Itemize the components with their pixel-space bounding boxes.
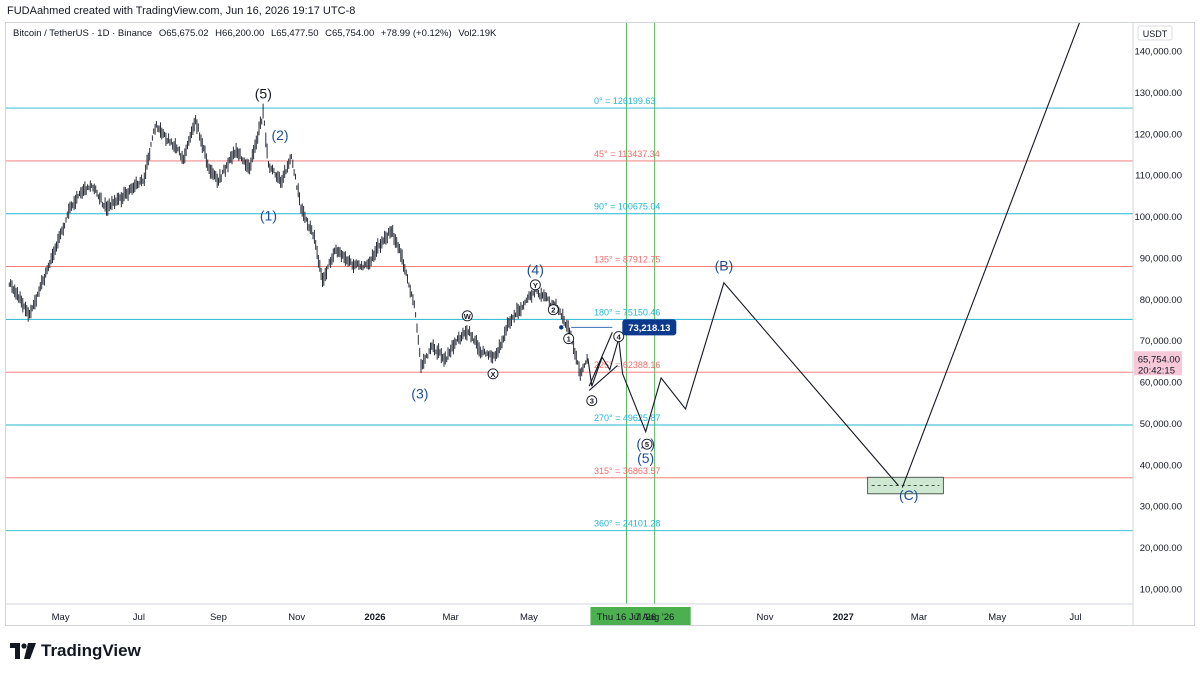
x-tick-label: Sep [210, 612, 227, 623]
tradingview-logo-icon [10, 643, 36, 659]
wave-label: (4) [527, 261, 544, 277]
x-tick-label: Nov [288, 612, 305, 623]
wave-circle-text: 1 [567, 335, 571, 344]
y-tick-label: 10,000.00 [1140, 585, 1182, 596]
fib-level-label: 225° = 62388.16 [594, 360, 660, 370]
fib-level-label: 135° = 87912.75 [594, 255, 660, 265]
marker-date-label: 7 Aug '26 [635, 612, 674, 623]
y-tick-label: 30,000.00 [1140, 502, 1182, 513]
wave-circle-text: X [490, 370, 495, 379]
wave-labels: (5)(2)(1)(3)(4)(B)(A)(5)(C)WXY12345 [255, 86, 919, 503]
ohlc-open: O65,675.02 [158, 28, 209, 39]
y-tick-label: 60,000.00 [1140, 378, 1182, 389]
wave-circle-label: W [461, 310, 473, 322]
x-tick-label: Jul [1069, 612, 1081, 623]
price-change: +78.99 (+0.12%) [380, 28, 452, 39]
price-tag-anchor [559, 325, 564, 330]
fib-level-label: 360° = 24101.28 [594, 519, 660, 529]
y-tick-label: 80,000.00 [1140, 295, 1182, 306]
y-tick-label: 90,000.00 [1140, 253, 1182, 264]
wave-circle-label: X [487, 368, 499, 380]
y-tick-label: 140,000.00 [1134, 47, 1182, 58]
ohlc-close: C65,754.00 [325, 28, 375, 39]
y-tick-label: 40,000.00 [1140, 460, 1182, 471]
x-tick-label: May [988, 612, 1006, 623]
wave-label: (1) [260, 208, 277, 224]
wave-label: (3) [411, 386, 428, 402]
wave-circle-label: 1 [563, 333, 575, 345]
x-tick-label: 2027 [833, 612, 854, 623]
price-tag-badge[interactable]: 73,218.13 [622, 319, 677, 336]
wave-circle-text: Y [533, 281, 538, 290]
wave-circle-label: 2 [547, 304, 559, 316]
plot-pane: 0° = 126199.63 45° = 113437.34 90° = 10067… [6, 10, 1133, 604]
wave-circle-label: 3 [586, 395, 598, 407]
wave-circle-text: 5 [645, 440, 649, 449]
wave-label: (2) [271, 127, 288, 143]
wave-label: (C) [899, 487, 918, 503]
wave-circle-text: W [464, 312, 472, 321]
y-tick-label: 100,000.00 [1134, 212, 1182, 223]
y-tick-label: 110,000.00 [1135, 171, 1182, 182]
wave-circle-text: 3 [590, 397, 594, 406]
wave-circle-text: 2 [551, 306, 555, 315]
x-tick-label: Mar [442, 612, 458, 623]
fib-level-label: 180° = 75150.46 [594, 307, 660, 317]
ohlc-low: L65,477.50 [270, 28, 319, 39]
ohlc-high: H66,200.00 [215, 28, 265, 39]
symbol-name[interactable]: Bitcoin / TetherUS · 1D · Binance [13, 28, 152, 39]
price-tag-text: 73,218.13 [628, 323, 670, 334]
x-tick-label: Mar [911, 612, 927, 623]
wave-circle-label: 5 [641, 438, 653, 450]
projection-path-upleg[interactable] [901, 10, 1084, 488]
fib-level-label: 315° = 36863.57 [594, 466, 660, 476]
symbol-legend: Bitcoin / TetherUS · 1D · Binance O65,67… [13, 28, 500, 39]
chart-canvas[interactable]: 0° = 126199.63 45° = 113437.34 90° = 10067… [0, 0, 1200, 674]
price-axis[interactable]: USDT 140,000.00 130,000.00 120,000.00 110,00… [1134, 25, 1182, 596]
x-tick-label: 2026 [364, 612, 385, 623]
wave-label: (5) [637, 450, 654, 466]
fib-level-label: 45° = 113437.34 [594, 149, 660, 159]
fib-levels: 0° = 126199.63 45° = 113437.34 90° = 10067… [6, 96, 1133, 532]
y-tick-label: 120,000.00 [1134, 129, 1182, 140]
x-tick-label: Jul [133, 612, 145, 623]
y-tick-label: 20,000.00 [1140, 543, 1182, 554]
price-series [8, 103, 588, 381]
volume: Vol2.19K [458, 28, 497, 39]
footer-bar [0, 626, 1200, 674]
wave-circle-label: 4 [613, 331, 625, 343]
fib-level-label: 90° = 100675.04 [594, 202, 660, 212]
tradingview-brand: TradingView [41, 641, 141, 660]
countdown-text: 20:42:15 [1138, 365, 1175, 376]
wave-circle-label: Y [529, 279, 541, 291]
wave-label: (5) [255, 86, 272, 102]
x-tick-label: Nov [757, 612, 774, 623]
y-tick-label: 70,000.00 [1140, 336, 1182, 347]
y-tick-label: 130,000.00 [1134, 88, 1182, 99]
currency-label: USDT [1143, 29, 1168, 39]
y-tick-label: 50,000.00 [1140, 419, 1182, 430]
x-tick-label: May [52, 612, 70, 623]
x-tick-label: May [520, 612, 538, 623]
last-price-text: 65,754.00 [1138, 354, 1180, 365]
time-axis[interactable]: May Jul Sep Nov 2026 Mar May Nov 2027 Mar May JulTh… [52, 607, 1082, 625]
wave-label: (B) [715, 257, 734, 273]
fib-level-label: 0° = 126199.63 [594, 96, 655, 106]
tradingview-logo[interactable]: TradingView [10, 641, 141, 661]
